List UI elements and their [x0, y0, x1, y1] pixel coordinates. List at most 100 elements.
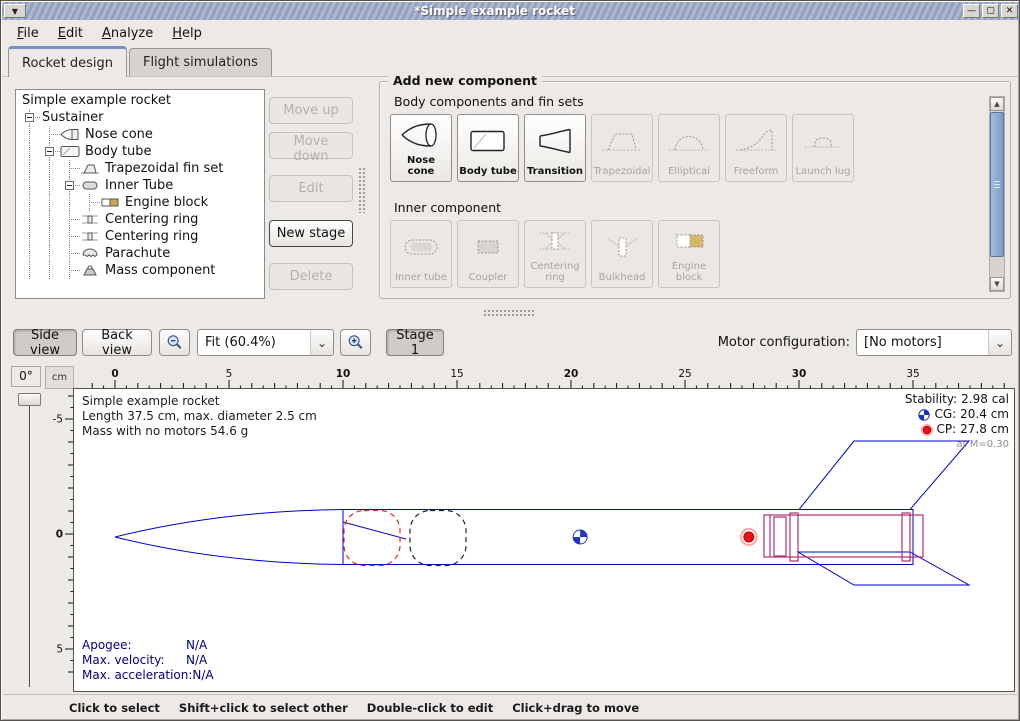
tree-item-label: Simple example rocket — [20, 93, 171, 108]
scroll-down-icon[interactable]: ▼ — [990, 277, 1004, 291]
launchlug-icon — [801, 126, 845, 159]
menu-edit[interactable]: Edit — [49, 23, 93, 44]
rocket-mass: Mass with no motors 54.6 g — [82, 424, 317, 439]
tree-item-body-tube[interactable]: Body tube — [20, 143, 264, 160]
tree-item-simple-example-rocket[interactable]: Simple example rocket — [20, 92, 264, 109]
svg-text:0: 0 — [111, 368, 118, 380]
add-component-title: Add new component — [388, 73, 542, 88]
nosecone-icon — [60, 128, 83, 141]
minimize-button[interactable]: — — [963, 4, 980, 18]
add-nose-cone-button[interactable]: Nose cone — [390, 114, 452, 182]
add-bulkhead-button[interactable]: Bulkhead — [591, 220, 653, 288]
tree-expander-icon[interactable] — [25, 113, 34, 122]
svg-text:20: 20 — [564, 368, 579, 380]
ruler-unit-label: cm — [45, 366, 74, 389]
rotation-slider-handle[interactable] — [18, 393, 41, 406]
component-tree[interactable]: Simple example rocketSustainerNose coneB… — [15, 89, 265, 299]
mass-icon — [80, 264, 103, 277]
tree-item-label: Body tube — [83, 144, 152, 159]
maximize-button[interactable]: ▢ — [982, 4, 999, 18]
tree-expander-icon[interactable] — [65, 181, 74, 190]
tree-item-parachute[interactable]: Parachute — [20, 245, 264, 262]
tree-item-trapezoidal-fin-set[interactable]: Trapezoidal fin set — [20, 160, 264, 177]
tree-item-mass-component[interactable]: Mass component — [20, 262, 264, 279]
stage-1-toggle[interactable]: Stage 1 — [386, 329, 444, 356]
menu-analyze[interactable]: Analyze — [93, 23, 163, 44]
rotation-angle-readout: 0° — [11, 366, 41, 387]
zoom-out-button[interactable] — [159, 329, 190, 356]
chevron-down-icon[interactable]: ⌄ — [310, 330, 333, 355]
add-elliptical-button[interactable]: Elliptical — [658, 114, 720, 182]
zoom-in-button[interactable] — [340, 329, 371, 356]
innertube-icon — [80, 179, 103, 192]
tree-expander-icon[interactable] — [45, 147, 54, 156]
chevron-down-icon[interactable]: ⌄ — [988, 330, 1011, 355]
status-bar: Click to selectShift+click to select oth… — [3, 694, 1019, 720]
new-stage-button[interactable]: New stage — [269, 220, 353, 247]
svg-text:5: 5 — [56, 644, 63, 656]
tab-flight-simulations[interactable]: Flight simulations — [129, 48, 272, 76]
tree-item-centering-ring[interactable]: Centering ring — [20, 211, 264, 228]
horizontal-splitter-handle[interactable] — [483, 309, 535, 317]
body-components-label: Body components and fin sets — [394, 94, 584, 109]
zoom-in-icon — [347, 333, 364, 352]
menubar: FileEditAnalyzeHelp — [2, 20, 1018, 46]
cg-icon — [918, 409, 930, 421]
svg-text:25: 25 — [678, 368, 691, 380]
vertical-splitter-handle[interactable] — [358, 167, 366, 213]
motor-configuration-value: [No motors] — [864, 335, 942, 350]
add-body-tube-button[interactable]: Body tube — [457, 114, 519, 182]
flight-info: Apogee:N/A Max. velocity:N/A Max. accele… — [82, 638, 214, 683]
delete-button[interactable]: Delete — [269, 263, 353, 290]
cg-label: CG: — [934, 407, 956, 422]
add-inner-tube-button[interactable]: Inner tube — [390, 220, 452, 288]
component-button-label: Engine block — [660, 261, 718, 283]
back-view-button[interactable]: Back view — [82, 329, 152, 356]
motor-configuration-select[interactable]: [No motors] ⌄ — [856, 329, 1012, 356]
move-down-button[interactable]: Move down — [269, 132, 353, 159]
stability-info: Stability: 2.98 cal CG: 20.4 cm CP: 27.8… — [905, 392, 1009, 452]
component-scrollbar[interactable]: ▲ ▼ — [989, 96, 1005, 292]
move-up-button[interactable]: Move up — [269, 97, 353, 124]
engineblock-icon — [667, 226, 711, 259]
bulkhead-icon — [600, 232, 644, 265]
tab-rocket-design[interactable]: Rocket design — [8, 46, 127, 77]
add-engine-block-button[interactable]: Engine block — [658, 220, 720, 288]
max-acceleration-value: N/A — [192, 668, 213, 682]
add-trapezoidal-button[interactable]: Trapezoidal — [591, 114, 653, 182]
bodytube-icon — [60, 145, 83, 158]
tree-item-sustainer[interactable]: Sustainer — [20, 109, 264, 126]
tree-item-engine-block[interactable]: Engine block — [20, 194, 264, 211]
side-view-button[interactable]: Side view — [13, 329, 77, 356]
add-transition-button[interactable]: Transition — [524, 114, 586, 182]
component-button-label: Inner tube — [395, 272, 447, 283]
add-coupler-button[interactable]: Coupler — [457, 220, 519, 288]
scroll-up-icon[interactable]: ▲ — [990, 97, 1004, 111]
add-centering-ring-button[interactable]: Centering ring — [524, 220, 586, 288]
component-button-label: Bulkhead — [599, 272, 646, 283]
transition-icon — [533, 126, 577, 159]
rotation-slider-track[interactable] — [29, 403, 31, 687]
svg-text:35: 35 — [906, 368, 919, 380]
stability-label: Stability: — [905, 392, 957, 407]
add-component-group: Add new component Body components and fi… — [379, 81, 1011, 299]
edit-button[interactable]: Edit — [269, 175, 353, 202]
scrollbar-thumb[interactable] — [990, 112, 1004, 257]
view-toolbar: Side view Back view Fit (60.4%) ⌄ Stage … — [3, 321, 1019, 363]
tree-item-nose-cone[interactable]: Nose cone — [20, 126, 264, 143]
menu-file[interactable]: File — [8, 23, 49, 44]
add-freeform-button[interactable]: Freeform — [725, 114, 787, 182]
component-button-label: Nose cone — [392, 155, 450, 177]
menu-help[interactable]: Help — [163, 23, 212, 44]
close-button[interactable]: ✕ — [1001, 4, 1018, 18]
elliptical-icon — [667, 126, 711, 159]
rocket-canvas[interactable]: Simple example rocket Length 37.5 cm, ma… — [74, 389, 1014, 691]
tree-item-inner-tube[interactable]: Inner Tube — [20, 177, 264, 194]
window-menu-icon[interactable]: ▼ — [4, 4, 26, 18]
rocket-info: Simple example rocket Length 37.5 cm, ma… — [82, 394, 317, 439]
tree-item-centering-ring[interactable]: Centering ring — [20, 228, 264, 245]
zoom-select[interactable]: Fit (60.4%) ⌄ — [197, 329, 334, 356]
motor-configuration-label: Motor configuration: — [603, 329, 850, 356]
add-launch-lug-button[interactable]: Launch lug — [792, 114, 854, 182]
coupler-icon — [466, 232, 510, 265]
